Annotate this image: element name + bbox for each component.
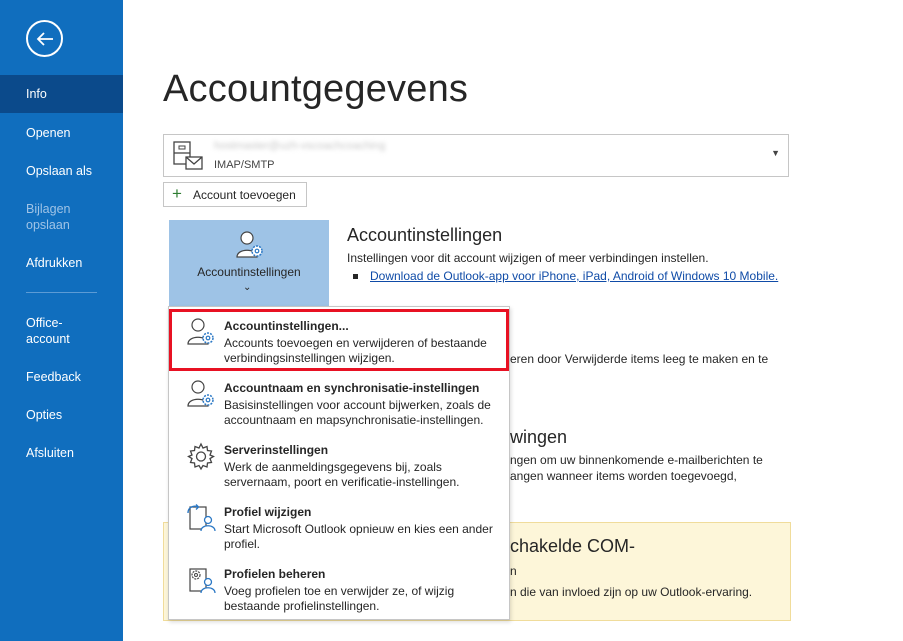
page-title: Accountgegevens [163, 68, 469, 110]
arrow-left-icon [36, 32, 53, 46]
profile-gear-icon [189, 568, 216, 594]
menu-item-change-profile[interactable]: Profiel wijzigen Start Microsoft Outlook… [169, 495, 509, 557]
backstage-sidebar: Info Openen Opslaan als Bijlagen opslaan… [0, 0, 123, 641]
user-gear-icon [187, 380, 214, 407]
account-type: IMAP/SMTP [214, 159, 275, 171]
chevron-down-icon: ⌄ [243, 282, 252, 293]
nav-divider [26, 292, 97, 293]
chevron-down-icon: ▼ [771, 148, 780, 158]
rules-text-line2: angen wanneer items worden toegevoegd, [510, 469, 737, 483]
menu-item-title: Accountnaam en synchronisatie-instelling… [224, 381, 480, 395]
menu-item-description: Voeg profielen toe en verwijder ze, of w… [224, 584, 455, 613]
add-account-button[interactable]: + Account toevoegen [163, 182, 307, 207]
menu-item-title: Profiel wijzigen [224, 505, 312, 519]
menu-item-title: Serverinstellingen [224, 443, 329, 457]
nav-openen[interactable]: Openen [0, 125, 123, 141]
account-settings-description: Instellingen voor dit account wijzigen o… [347, 251, 709, 265]
com-addins-heading: chakelde COM- [510, 536, 636, 556]
mailbox-icon [173, 141, 203, 170]
nav-feedback[interactable]: Feedback [0, 369, 123, 385]
account-selector[interactable]: hostmaster@uzh-vscoachcoaching IMAP/SMTP… [163, 134, 789, 177]
nav-office-account[interactable]: Office-account [0, 315, 90, 347]
menu-item-description: Werk de aanmeldingsgegevens bij, zoals s… [224, 460, 460, 489]
back-button[interactable] [26, 20, 63, 57]
profile-switch-icon [187, 504, 216, 532]
menu-item-manage-profiles[interactable]: Profielen beheren Voeg profielen toe en … [169, 557, 509, 619]
rules-text-line1: ngen om uw binnenkomende e-mailberichten… [510, 453, 763, 467]
rules-heading: wingen [510, 427, 568, 447]
user-gear-icon [236, 231, 263, 258]
add-account-label: Account toevoegen [193, 188, 296, 202]
menu-item-account-settings[interactable]: Accountinstellingen... Accounts toevoege… [169, 309, 509, 371]
account-settings-menu: Accountinstellingen... Accounts toevoege… [168, 306, 510, 620]
user-gear-icon [187, 318, 214, 345]
account-settings-tile-label: Accountinstellingen [197, 265, 301, 279]
cleanup-text: eren door Verwijderde items leeg te make… [510, 352, 769, 366]
nav-opties[interactable]: Opties [0, 407, 123, 423]
account-settings-tile[interactable]: Accountinstellingen ⌄ [169, 220, 329, 308]
menu-item-account-name-sync[interactable]: Accountnaam en synchronisatie-instelling… [169, 371, 509, 433]
gear-icon [187, 442, 215, 471]
download-outlook-app-link[interactable]: Download de Outlook-app voor iPhone, iPa… [370, 269, 778, 283]
nav-afsluiten[interactable]: Afsluiten [0, 445, 123, 461]
nav-info[interactable]: Info [0, 75, 123, 113]
nav-afdrukken[interactable]: Afdrukken [0, 255, 123, 271]
menu-item-server-settings[interactable]: Serverinstellingen Werk de aanmeldingsge… [169, 433, 509, 495]
account-email: hostmaster@uzh-vscoachcoaching [214, 140, 386, 152]
menu-item-title: Profielen beheren [224, 567, 326, 581]
menu-item-description: Accounts toevoegen en verwijderen of bes… [224, 336, 487, 365]
plus-icon: + [172, 184, 182, 203]
com-addins-description: n die van invloed zijn op uw Outlook-erv… [510, 585, 753, 599]
menu-item-description: Start Microsoft Outlook opnieuw en kies … [224, 522, 493, 551]
nav-bijlagen-opslaan: Bijlagen opslaan [26, 202, 71, 232]
nav-opslaan-als[interactable]: Opslaan als [0, 163, 123, 179]
bullet-icon [353, 274, 358, 280]
com-addins-subline: n [510, 564, 517, 578]
menu-item-title: Accountinstellingen... [224, 319, 349, 333]
download-app-bullet: Download de Outlook-app voor iPhone, iPa… [353, 269, 778, 283]
account-settings-heading: Accountinstellingen [347, 225, 503, 245]
menu-item-description: Basisinstellingen voor account bijwerken… [224, 398, 491, 427]
